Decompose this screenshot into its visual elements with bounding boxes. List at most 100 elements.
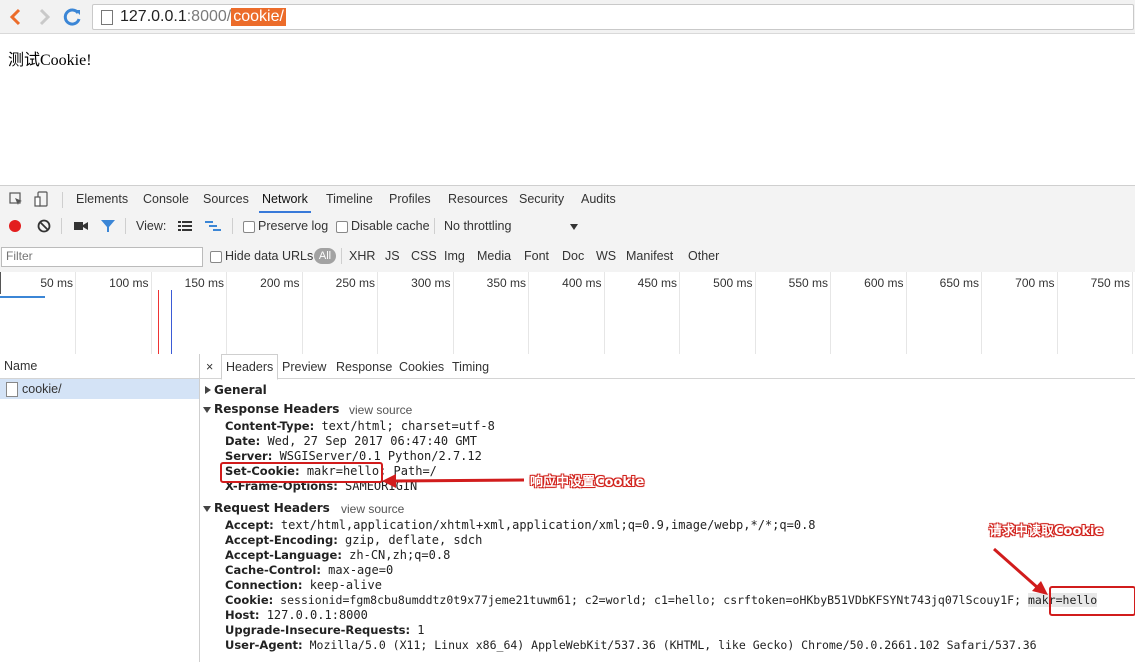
filter-ws[interactable]: WS xyxy=(596,249,616,263)
preserve-log-label: Preserve log xyxy=(258,219,329,233)
general-section-title[interactable]: General xyxy=(214,383,267,397)
timeline-grid-line xyxy=(1056,272,1058,354)
response-headers-title[interactable]: Response Headers xyxy=(214,402,339,416)
large-rows-icon[interactable] xyxy=(178,220,192,232)
tab-cookies[interactable]: Cookies xyxy=(399,360,444,374)
filter-icon[interactable] xyxy=(100,219,116,233)
tab-console[interactable]: Console xyxy=(143,192,189,206)
header-row: Accept: text/html,application/xhtml+xml,… xyxy=(225,518,816,532)
timeline-tick-label: 350 ms xyxy=(486,276,526,290)
request-annotation-text: 请求中读取Cookie xyxy=(989,524,1104,539)
header-row: Host: 127.0.0.1:8000 xyxy=(225,608,368,622)
tab-timeline[interactable]: Timeline xyxy=(326,192,373,206)
timeline-tick-label: 400 ms xyxy=(562,276,602,290)
url-port: :8000/ xyxy=(186,8,232,25)
request-view-source-link[interactable]: view source xyxy=(341,502,404,516)
timeline-grid-line xyxy=(830,272,831,354)
waterfall-icon[interactable] xyxy=(205,220,221,232)
timeline-grid-line xyxy=(452,272,454,354)
throttling-select[interactable]: No throttling xyxy=(444,219,511,233)
filter-other[interactable]: Other xyxy=(688,249,719,263)
close-icon[interactable]: × xyxy=(206,360,213,374)
timeline-grid-line xyxy=(1132,272,1133,354)
timeline-grid-line xyxy=(377,272,378,354)
timeline-tick-label: 250 ms xyxy=(335,276,375,290)
header-row: Upgrade-Insecure-Requests: 1 xyxy=(225,623,425,637)
tab-timing[interactable]: Timing xyxy=(452,360,489,374)
filter-doc[interactable]: Doc xyxy=(562,249,584,263)
request-name: cookie/ xyxy=(22,382,62,396)
timeline-grid-line xyxy=(603,272,605,354)
requests-panel: Name cookie/ xyxy=(0,354,200,662)
filter-all-pill[interactable]: All xyxy=(314,248,336,264)
reload-button[interactable] xyxy=(62,6,84,28)
timeline-grid-line xyxy=(754,272,756,354)
tab-audits[interactable]: Audits xyxy=(581,192,616,206)
clear-icon[interactable] xyxy=(37,219,51,233)
header-row: User-Agent: Mozilla/5.0 (X11; Linux x86_… xyxy=(225,638,1037,652)
dropdown-arrow-icon[interactable] xyxy=(569,223,579,231)
collapse-triangle-icon[interactable] xyxy=(203,505,211,513)
capture-screenshots-icon[interactable] xyxy=(73,220,89,232)
filter-xhr[interactable]: XHR xyxy=(349,249,375,263)
header-row: Content-Type: text/html; charset=utf-8 xyxy=(225,419,495,433)
tab-sources[interactable]: Sources xyxy=(203,192,249,206)
inspect-element-icon[interactable] xyxy=(9,192,23,206)
hide-data-urls-label: Hide data URLs xyxy=(225,249,314,263)
timeline-grid-line xyxy=(226,272,227,354)
disable-cache-checkbox[interactable] xyxy=(336,221,348,233)
filter-input[interactable] xyxy=(2,248,200,264)
filter-img[interactable]: Img xyxy=(444,249,465,263)
expand-triangle-icon[interactable] xyxy=(204,386,212,394)
network-overview-timeline[interactable]: 50 ms 100 ms 150 ms 200 ms 250 ms 300 ms 350 m… xyxy=(0,272,1135,355)
response-annotation-text: 响应中设置Cookie xyxy=(530,475,645,490)
forward-button[interactable] xyxy=(34,6,56,28)
filter-media[interactable]: Media xyxy=(477,249,511,263)
record-icon[interactable] xyxy=(8,219,22,233)
tab-response[interactable]: Response xyxy=(336,360,392,374)
response-view-source-link[interactable]: view source xyxy=(349,403,412,417)
tab-headers[interactable]: Headers xyxy=(221,354,279,380)
dom-content-loaded-line xyxy=(171,290,172,354)
tab-network[interactable]: Network xyxy=(259,192,311,213)
network-toolbar: View: Preserve log Disable cache No thro… xyxy=(0,213,1135,241)
filter-field[interactable] xyxy=(1,247,203,267)
preserve-log-checkbox[interactable] xyxy=(243,221,255,233)
set-cookie-highlight-box xyxy=(220,462,383,483)
browser-toolbar: 127.0.0.1:8000/cookie/ xyxy=(0,0,1135,34)
filter-js[interactable]: JS xyxy=(385,249,400,263)
tab-preview[interactable]: Preview xyxy=(282,360,326,374)
device-mode-icon[interactable] xyxy=(34,191,50,207)
request-annotation-arrow xyxy=(993,547,1048,595)
timeline-grid-line xyxy=(528,272,529,354)
timeline-grid-line xyxy=(981,272,982,354)
header-row: Accept-Encoding: gzip, deflate, sdch xyxy=(225,533,483,547)
header-row: Cache-Control: max-age=0 xyxy=(225,563,394,577)
request-headers-title[interactable]: Request Headers xyxy=(214,501,330,515)
timeline-tick-label: 550 ms xyxy=(788,276,828,290)
back-button[interactable] xyxy=(4,6,26,28)
timeline-grid-line xyxy=(905,272,907,354)
tab-security[interactable]: Security xyxy=(519,192,564,206)
tab-resources[interactable]: Resources xyxy=(448,192,508,206)
tab-profiles[interactable]: Profiles xyxy=(389,192,431,206)
collapse-triangle-icon[interactable] xyxy=(203,406,211,414)
filter-css[interactable]: CSS xyxy=(411,249,437,263)
response-annotation-arrow xyxy=(382,474,525,488)
name-column-header[interactable]: Name xyxy=(0,354,199,379)
cookie-header-row: Cookie: sessionid=fgm8cbu8umddtz0t9x77je… xyxy=(225,593,1098,607)
timeline-tick-label: 600 ms xyxy=(864,276,904,290)
page-body-text: 测试Cookie! xyxy=(8,52,92,69)
timeline-tick-label: 750 ms xyxy=(1090,276,1130,290)
header-row: Server: WSGIServer/0.1 Python/2.7.12 xyxy=(225,449,482,463)
timeline-request-bar xyxy=(0,296,45,298)
filter-manifest[interactable]: Manifest xyxy=(626,249,673,263)
filter-font[interactable]: Font xyxy=(524,249,549,263)
disable-cache-label: Disable cache xyxy=(351,219,430,233)
tab-elements[interactable]: Elements xyxy=(76,192,128,206)
document-icon xyxy=(6,382,18,397)
hide-data-urls-checkbox[interactable] xyxy=(210,251,222,263)
address-bar[interactable]: 127.0.0.1:8000/cookie/ xyxy=(92,4,1134,30)
header-row: Date: Wed, 27 Sep 2017 06:47:40 GMT xyxy=(225,434,477,448)
request-row[interactable]: cookie/ xyxy=(0,379,199,399)
